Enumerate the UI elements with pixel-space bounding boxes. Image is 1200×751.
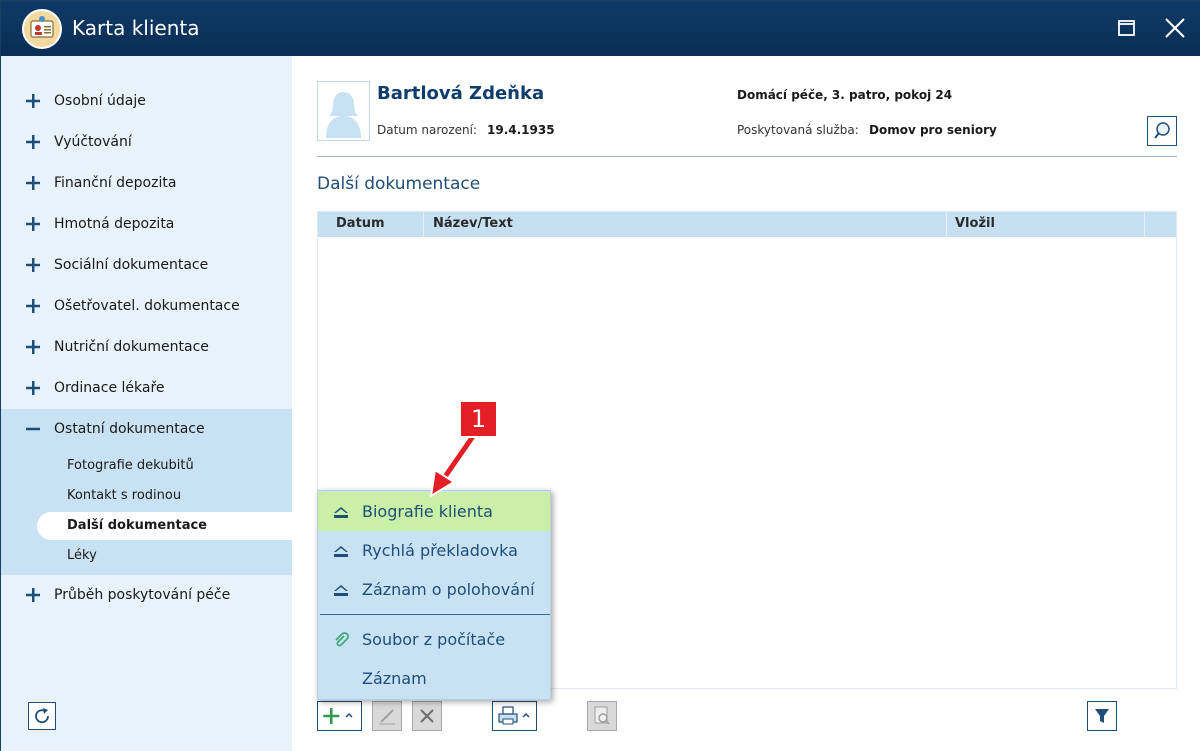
client-avatar [317, 81, 370, 141]
sidebar: Osobní údaje Vyúčtování Finanční depozit… [1, 56, 292, 751]
menu-item-label: Biografie klienta [362, 502, 493, 521]
sidebar-item-label: Vyúčtování [54, 134, 132, 150]
maximize-button[interactable] [1112, 13, 1142, 43]
sidebar-item-label: Sociální dokumentace [54, 257, 209, 273]
sidebar-item-label: Ordinace lékaře [54, 380, 165, 396]
add-dropdown-button[interactable] [317, 701, 362, 731]
sidebar-subitem-dalsi-dokumentace[interactable]: Další dokumentace [67, 518, 207, 533]
service-label: Poskytovaná služba: [737, 123, 859, 137]
menu-item-soubor-z-pocitace[interactable]: Soubor z počítače [318, 620, 550, 659]
form-icon [334, 546, 348, 557]
menu-item-rychla-prekladovka[interactable]: Rychlá překladovka [318, 531, 550, 570]
menu-item-label: Soubor z počítače [362, 630, 506, 649]
minus-icon [26, 427, 40, 431]
menu-item-label: Záznam [362, 669, 427, 688]
column-header-vlozil[interactable]: Vložil [955, 216, 995, 231]
client-card-window: Karta klienta Osobní údaje Vyúčtování Fi… [0, 0, 1200, 751]
plus-icon [26, 258, 40, 272]
window-title: Karta klienta [72, 16, 200, 40]
sidebar-item-label: Hmotná depozita [54, 216, 175, 232]
dob-label: Datum narození: [377, 123, 478, 137]
menu-item-label: Rychlá překladovka [362, 541, 518, 560]
sidebar-item-label: Ostatní dokumentace [54, 421, 205, 437]
menu-item-zaznam[interactable]: Záznam [318, 659, 550, 698]
menu-item-zaznam-o-polohovani[interactable]: Záznam o polohování [318, 570, 550, 609]
sidebar-item-vyuctovani[interactable]: Vyúčtování [1, 122, 292, 163]
add-dropdown-menu: Biografie klienta Rychlá překladovka Záz… [317, 490, 551, 700]
sidebar-item-osobni-udaje[interactable]: Osobní údaje [1, 81, 292, 122]
column-separator [946, 212, 947, 237]
sidebar-item-label: Osobní údaje [54, 93, 146, 109]
sidebar-item-prubeh-poskytovani-pece[interactable]: Průběh poskytování péče [1, 575, 292, 616]
sidebar-item-label: Finanční depozita [54, 175, 177, 191]
delete-icon [420, 709, 434, 723]
title-bar: Karta klienta [1, 1, 1200, 56]
person-silhouette-icon [326, 92, 361, 138]
menu-item-label: Záznam o polohování [362, 580, 535, 599]
plus-icon [26, 381, 40, 395]
search-icon [1154, 122, 1170, 139]
filter-icon [1095, 709, 1109, 723]
printer-icon [498, 706, 530, 725]
filter-button[interactable] [1087, 701, 1117, 731]
plus-icon [26, 176, 40, 190]
menu-separator [320, 614, 550, 615]
grid-header: Datum Název/Text Vložil [318, 212, 1176, 237]
edit-button[interactable] [372, 701, 402, 731]
sidebar-subitem-fotografie-dekubitu[interactable]: Fotografie dekubitů [67, 458, 194, 473]
preview-icon [594, 706, 610, 725]
delete-button[interactable] [412, 701, 442, 731]
header-divider [317, 156, 1177, 157]
close-button[interactable] [1160, 13, 1190, 43]
callout-badge: 1 [459, 400, 498, 438]
client-name: Bartlová Zdeňka [377, 83, 545, 104]
refresh-button[interactable] [28, 702, 56, 730]
paperclip-icon [335, 632, 349, 647]
service-value: Domov pro seniory [869, 123, 997, 137]
client-card-app-icon [22, 9, 62, 49]
plus-icon [26, 217, 40, 231]
dob-value: 19.4.1935 [487, 123, 555, 137]
close-icon [1165, 18, 1185, 38]
sidebar-subitem-leky[interactable]: Léky [67, 548, 97, 563]
column-separator [423, 212, 424, 237]
sidebar-item-label: Nutriční dokumentace [54, 339, 209, 355]
sidebar-item-osetrovatel-dokumentace[interactable]: Ošetřovatel. dokumentace [1, 286, 292, 327]
sidebar-item-financni-depozita[interactable]: Finanční depozita [1, 163, 292, 204]
sidebar-item-label: Ošetřovatel. dokumentace [54, 298, 240, 314]
sidebar-item-nutricni-dokumentace[interactable]: Nutriční dokumentace [1, 327, 292, 368]
print-dropdown-button[interactable] [492, 701, 537, 731]
maximize-icon [1118, 20, 1135, 36]
form-icon [334, 585, 348, 596]
plus-icon [26, 340, 40, 354]
preview-button[interactable] [587, 701, 617, 731]
sidebar-subitem-kontakt-s-rodinou[interactable]: Kontakt s rodinou [67, 488, 181, 503]
sidebar-item-hmotna-depozita[interactable]: Hmotná depozita [1, 204, 292, 245]
sidebar-item-label: Průběh poskytování péče [54, 587, 231, 603]
plus-icon [323, 708, 353, 724]
sidebar-item-socialni-dokumentace[interactable]: Sociální dokumentace [1, 245, 292, 286]
column-header-datum[interactable]: Datum [336, 216, 385, 231]
column-header-nazev[interactable]: Název/Text [433, 216, 513, 231]
pencil-icon [379, 709, 395, 725]
client-place: Domácí péče, 3. patro, pokoj 24 [737, 88, 953, 102]
plus-icon [26, 94, 40, 108]
plus-icon [26, 299, 40, 313]
column-separator [1144, 212, 1145, 237]
plus-icon [26, 135, 40, 149]
form-icon [334, 507, 348, 518]
section-title: Další dokumentace [317, 174, 481, 194]
plus-icon [26, 588, 40, 602]
client-search-button[interactable] [1147, 116, 1177, 146]
sidebar-item-ordinace-lekare[interactable]: Ordinace lékaře [1, 368, 292, 409]
sidebar-item-ostatni-dokumentace[interactable]: Ostatní dokumentace [1, 409, 292, 450]
refresh-icon [35, 708, 49, 724]
